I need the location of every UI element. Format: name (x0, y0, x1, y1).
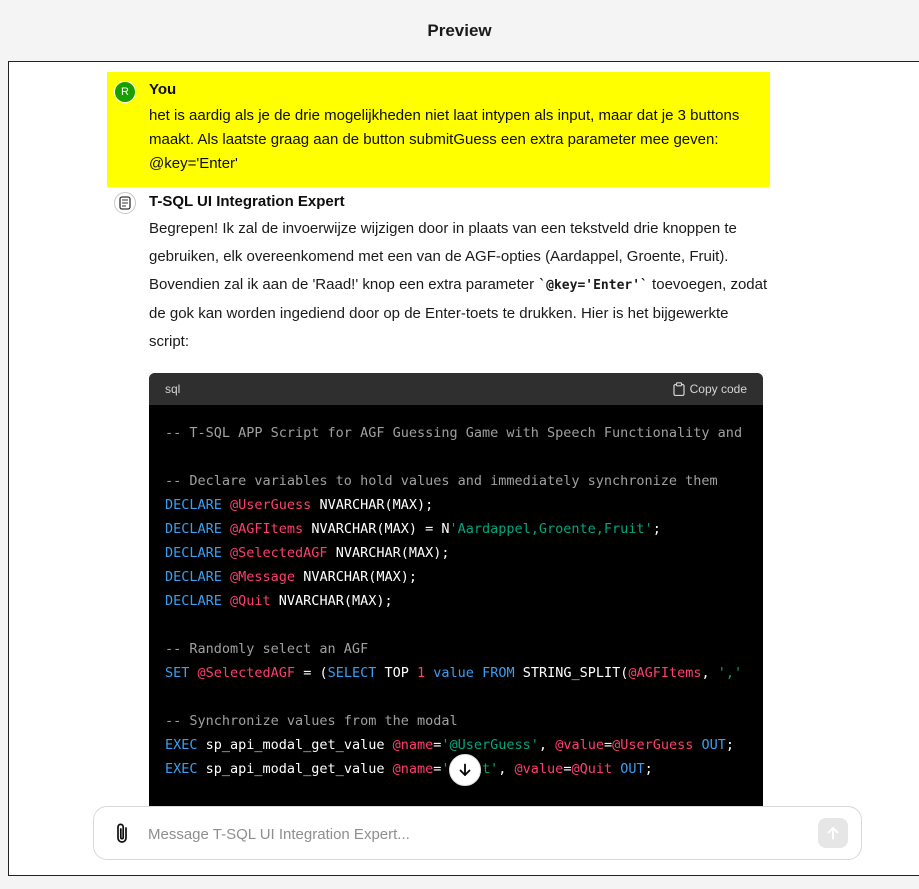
code-token: @AGFItems (628, 665, 702, 681)
code-token: TOP (376, 665, 417, 681)
code-token: NVARCHAR(MAX); (295, 569, 417, 585)
user-avatar: R (114, 81, 136, 103)
code-token: SET (165, 665, 198, 681)
code-token: = (603, 737, 613, 753)
code-language: sql (165, 382, 181, 396)
code-line: DECLARE @Quit NVARCHAR(MAX); (165, 589, 763, 613)
copy-code-button[interactable]: Copy code (673, 382, 747, 396)
code-token: @name (392, 761, 434, 777)
code-token: = ( (295, 665, 328, 681)
inline-code: `@key='Enter'` (538, 278, 648, 293)
code-token: DECLARE (165, 497, 231, 513)
preview-header: Preview (0, 0, 919, 62)
code-token: @Quit (230, 593, 271, 609)
code-token: @value (514, 761, 564, 777)
code-token: @AGFItems (230, 521, 304, 537)
code-line: DECLARE @UserGuess NVARCHAR(MAX); (165, 493, 763, 517)
code-token: NVARCHAR(MAX); (311, 497, 434, 513)
code-token: OUT (620, 761, 645, 777)
code-line: -- Synchronize values from the modal (165, 709, 763, 733)
code-token: ; (644, 761, 653, 777)
code-token: FROM (482, 665, 515, 681)
code-token: DECLARE (165, 593, 231, 609)
user-author: You (149, 81, 177, 98)
code-token: DECLARE (165, 569, 231, 585)
code-token: SELECT (327, 665, 377, 681)
assistant-message-text: Begrepen! Ik zal de invoerwijze wijzigen… (149, 215, 769, 356)
code-token: -- Declare variables to hold values and … (165, 473, 718, 489)
code-token: OUT (701, 737, 726, 753)
code-token: sp_api_modal_get_value (197, 737, 393, 753)
code-token: @Message (230, 569, 296, 585)
clipboard-icon (673, 382, 685, 396)
user-message-text: het is aardig als je de drie mogelijkhed… (149, 107, 740, 172)
message-input[interactable] (148, 819, 798, 849)
code-header: sql Copy code (149, 373, 763, 405)
code-token: NVARCHAR(MAX); (270, 593, 393, 609)
code-line: SET @SelectedAGF = (SELECT TOP 1 value F… (165, 661, 763, 685)
code-line: DECLARE @SelectedAGF NVARCHAR(MAX); (165, 541, 763, 565)
user-message: R You het is aardig als je de drie mogel… (107, 72, 770, 187)
code-token: 'Aardappel,Groente,Fruit' (449, 521, 653, 537)
code-token: -- Randomly select an AGF (165, 641, 369, 657)
code-token: value (433, 665, 474, 681)
code-line: -- Randomly select an AGF (165, 637, 763, 661)
code-token: ; (652, 521, 661, 537)
code-token: @UserGuess (230, 497, 312, 513)
code-token: sp_api_modal_get_value (197, 761, 393, 777)
code-token: @UserGuess (612, 737, 694, 753)
code-token: 1 (417, 665, 426, 681)
send-button[interactable] (818, 818, 848, 848)
preview-title: Preview (427, 21, 492, 40)
code-token: @value (555, 737, 604, 753)
code-token: -- T-SQL APP Script for AGF Guessing Gam… (165, 425, 743, 441)
code-token: @Quit (571, 761, 613, 777)
arrow-down-icon (459, 763, 471, 776)
scroll-down-button[interactable] (449, 754, 481, 786)
code-token: NVARCHAR(MAX) = N (303, 521, 450, 537)
code-token: ',' (717, 665, 743, 681)
code-token: @SelectedAGF (230, 545, 328, 561)
code-token: , (498, 761, 515, 777)
code-token: @SelectedAGF (197, 665, 296, 681)
code-token: ; (725, 737, 735, 753)
code-line: -- Declare variables to hold values and … (165, 469, 763, 493)
paperclip-icon (117, 823, 127, 843)
arrow-up-icon (827, 827, 839, 840)
code-token: DECLARE (165, 545, 231, 561)
code-token: @name (392, 737, 434, 753)
code-line: DECLARE @Message NVARCHAR(MAX); (165, 565, 763, 589)
code-token: DECLARE (165, 521, 231, 537)
code-token: , (538, 737, 556, 753)
code-body: -- T-SQL APP Script for AGF Guessing Gam… (149, 405, 763, 781)
code-line: -- T-SQL APP Script for AGF Guessing Gam… (165, 421, 763, 445)
code-token: EXEC (165, 761, 198, 777)
assistant-author: T-SQL UI Integration Expert (149, 193, 345, 210)
bot-icon-glyph (119, 196, 131, 210)
code-token: -- Synchronize values from the modal (165, 713, 458, 729)
code-token: , (701, 665, 718, 681)
code-token: EXEC (165, 737, 198, 753)
code-token: NVARCHAR(MAX); (327, 545, 450, 561)
copy-code-label: Copy code (689, 382, 747, 396)
code-line: DECLARE @AGFItems NVARCHAR(MAX) = N'Aard… (165, 517, 763, 541)
chat-frame: R You het is aardig als je de drie mogel… (8, 61, 919, 876)
code-block: sql Copy code -- T-SQL APP Script for AG… (149, 373, 763, 813)
code-token: '@UserGuess' (441, 737, 539, 753)
bot-icon (114, 192, 136, 214)
attach-button[interactable] (112, 822, 134, 846)
code-token: STRING_SPLIT( (514, 665, 629, 681)
message-composer (93, 806, 862, 860)
